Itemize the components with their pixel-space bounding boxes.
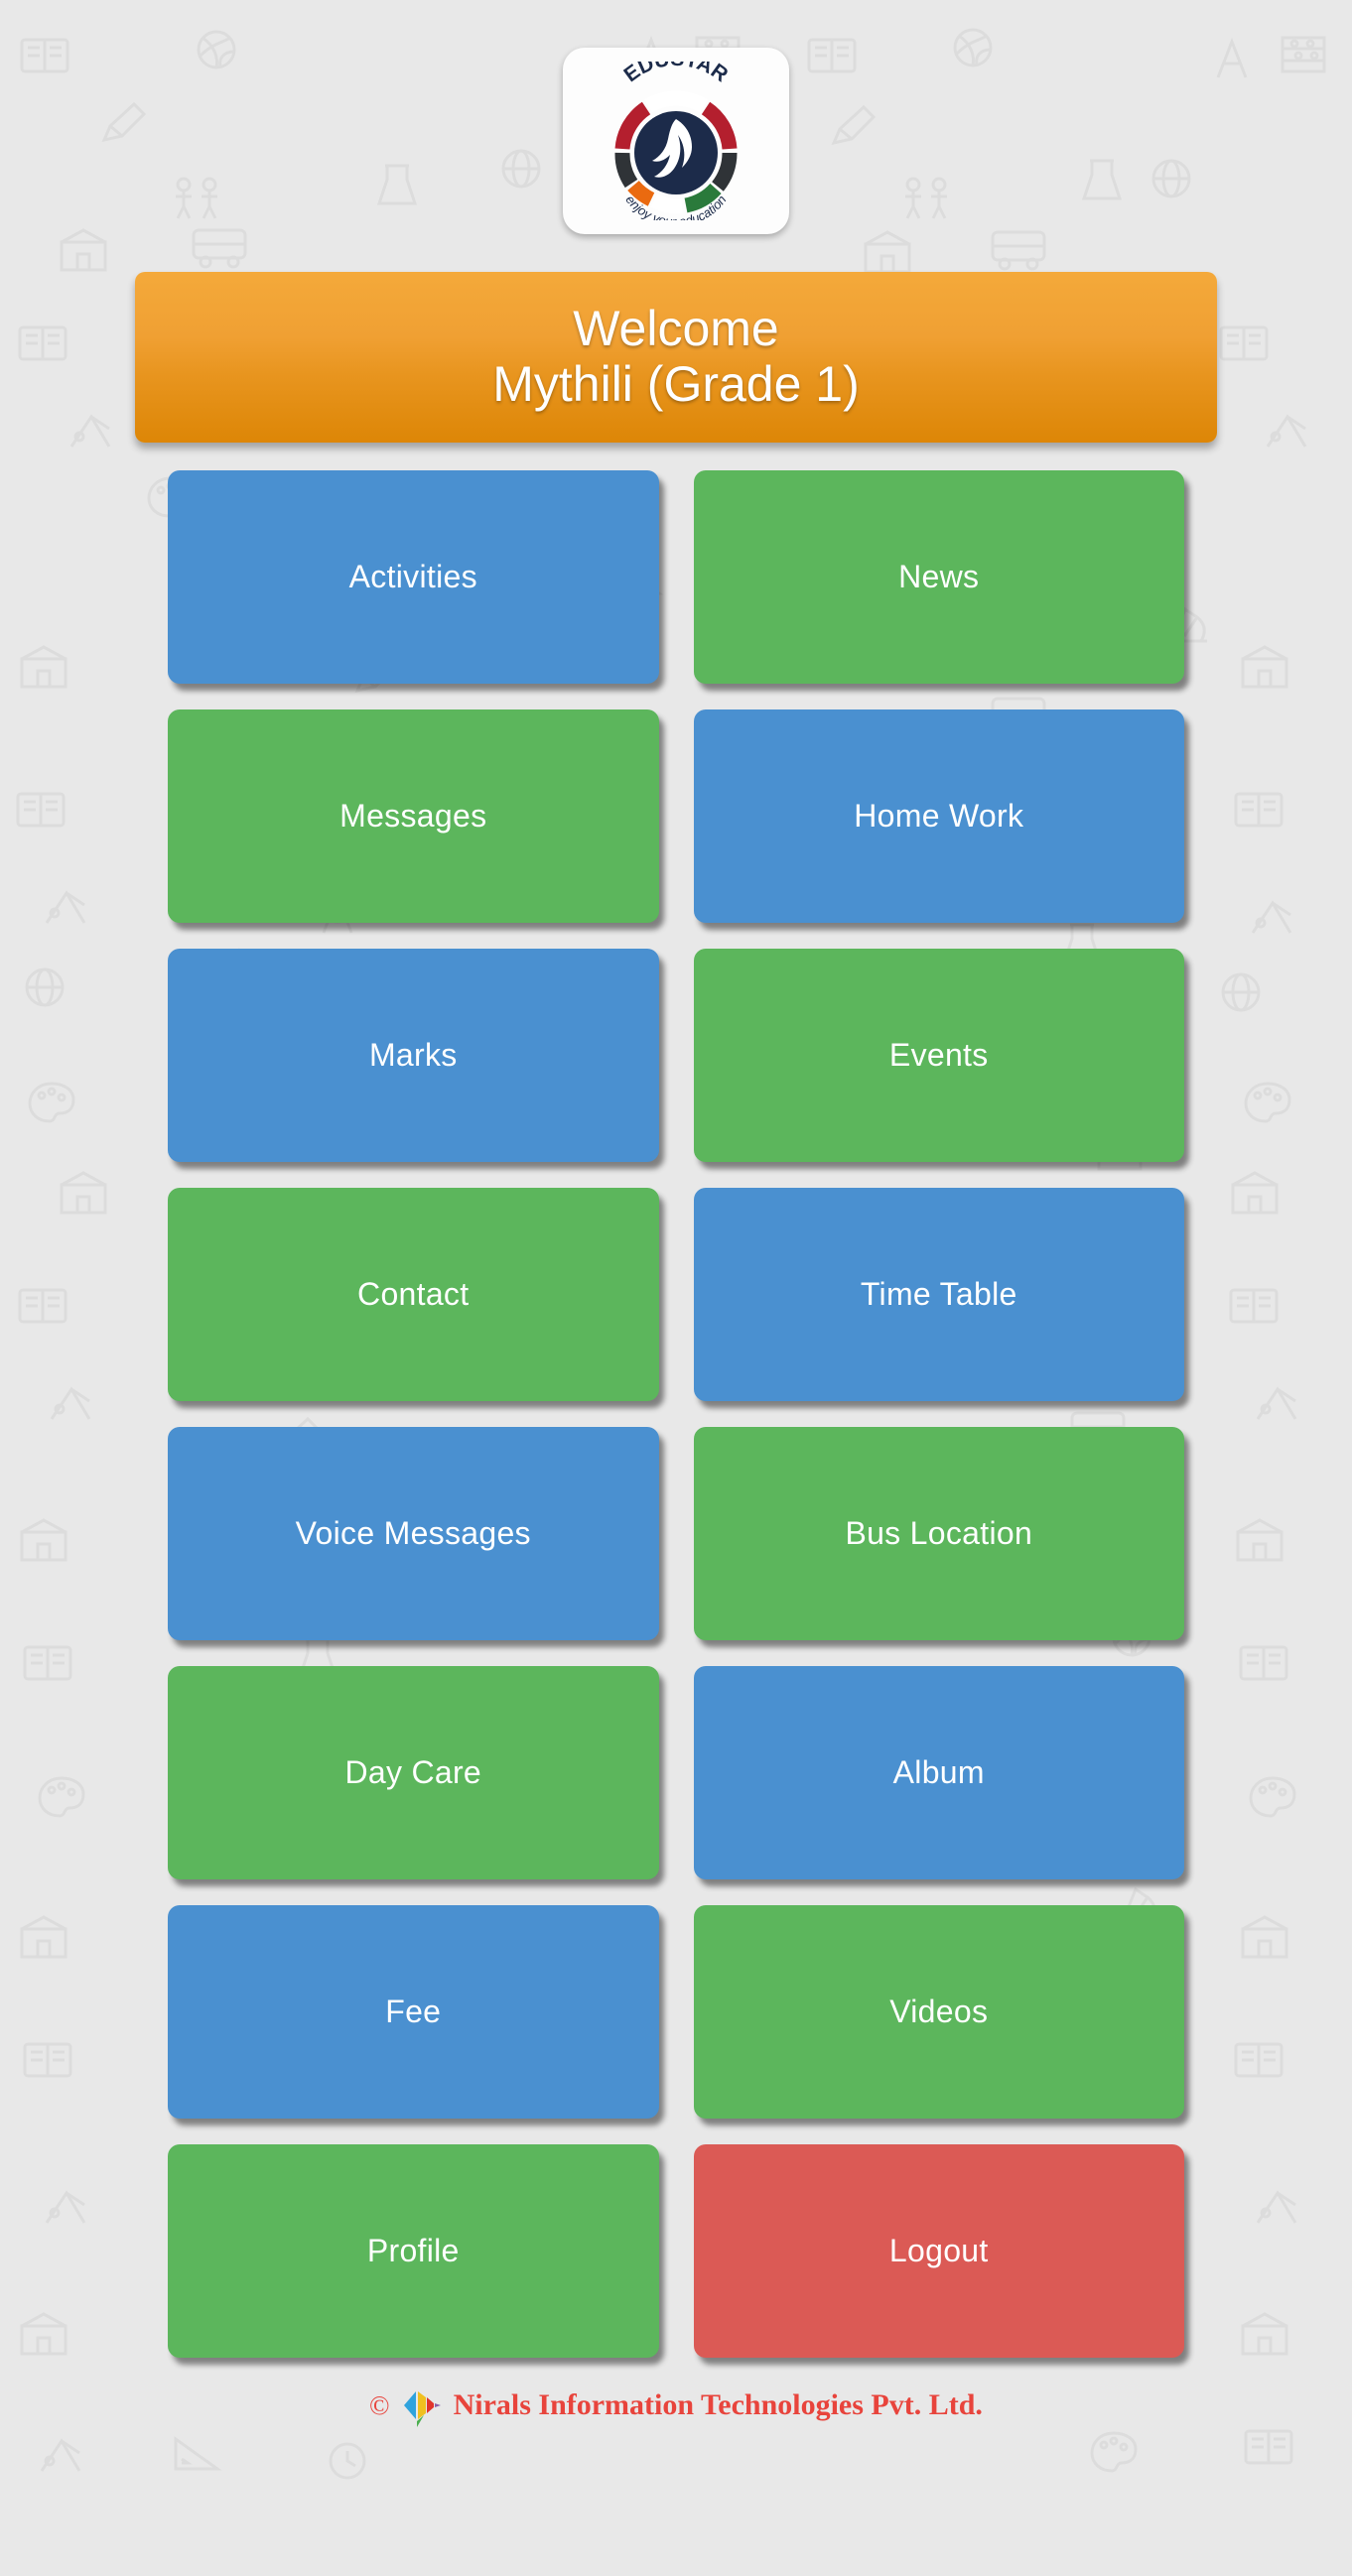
tile-time-table[interactable]: Time Table (693, 1188, 1184, 1401)
tile-events[interactable]: Events (693, 949, 1184, 1162)
tile-news[interactable]: News (693, 470, 1184, 684)
tile-videos[interactable]: Videos (693, 1905, 1184, 2119)
edustar-dove-logo: EDUSTAR enjoy your educ (614, 62, 738, 220)
welcome-banner: Welcome Mythili (Grade 1) (135, 272, 1217, 443)
tile-activities[interactable]: Activities (168, 470, 659, 684)
welcome-student-name: Mythili (Grade 1) (492, 355, 860, 412)
tile-home-work[interactable]: Home Work (693, 709, 1184, 923)
menu-grid: Activities News Messages Home Work Marks… (168, 470, 1184, 2358)
tile-messages[interactable]: Messages (168, 709, 659, 923)
app-logo: EDUSTAR enjoy your educ (563, 48, 789, 234)
tile-marks[interactable]: Marks (168, 949, 659, 1162)
tile-voice-messages[interactable]: Voice Messages (168, 1427, 659, 1640)
logo-brand-text: EDUSTAR (619, 62, 732, 86)
svg-text:EDUSTAR: EDUSTAR (619, 62, 732, 86)
tile-bus-location[interactable]: Bus Location (693, 1427, 1184, 1640)
tile-profile[interactable]: Profile (168, 2144, 659, 2358)
nirals-logo-icon (403, 2391, 441, 2427)
footer-company-name: Nirals Information Technologies Pvt. Ltd… (453, 2388, 983, 2421)
welcome-greeting: Welcome (573, 300, 779, 356)
tile-logout[interactable]: Logout (693, 2144, 1184, 2358)
tile-contact[interactable]: Contact (168, 1188, 659, 1401)
footer: © Nirals Information Technologies Pvt. L… (369, 2383, 983, 2427)
tile-album[interactable]: Album (693, 1666, 1184, 1879)
copyright-symbol: © (369, 2389, 390, 2420)
tile-fee[interactable]: Fee (168, 1905, 659, 2119)
tile-day-care[interactable]: Day Care (168, 1666, 659, 1879)
